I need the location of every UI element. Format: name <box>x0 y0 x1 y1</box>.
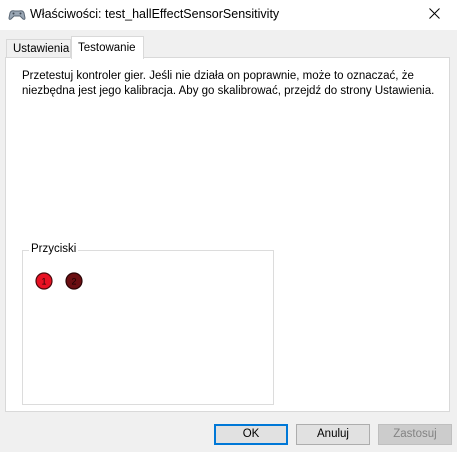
button-2-indicator: 2 <box>65 272 83 290</box>
title-bar: Właściwości: test_hallEffectSensorSensit… <box>0 0 457 30</box>
cancel-button[interactable]: Anuluj <box>296 424 370 445</box>
close-button[interactable] <box>411 0 457 30</box>
close-icon <box>428 8 440 22</box>
buttons-groupbox: Przyciski 1 2 <box>22 243 274 405</box>
tab-ustawienia[interactable]: Ustawienia <box>6 39 71 58</box>
button-1-number: 1 <box>41 277 46 287</box>
window-title: Właściwości: test_hallEffectSensorSensit… <box>30 7 280 21</box>
game-controller-icon <box>8 8 26 22</box>
tab-panel-testowanie: Przetestuj kontroler gier. Jeśli nie dzi… <box>5 57 450 412</box>
test-description: Przetestuj kontroler gier. Jeśli nie dzi… <box>22 70 435 97</box>
apply-button[interactable]: Zastosuj <box>378 424 452 445</box>
buttons-group-label: Przyciski <box>29 243 79 255</box>
tab-testowanie[interactable]: Testowanie <box>71 36 144 59</box>
ok-button[interactable]: OK <box>214 424 288 445</box>
button-2-number: 2 <box>71 277 76 287</box>
properties-dialog: Właściwości: test_hallEffectSensorSensit… <box>0 0 457 452</box>
button-1-indicator: 1 <box>35 272 53 290</box>
